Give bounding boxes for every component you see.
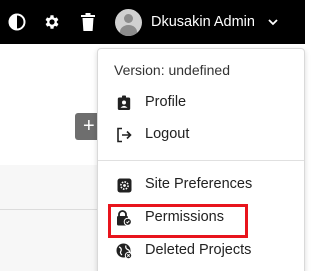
chevron-down-icon xyxy=(267,16,279,28)
avatar xyxy=(115,8,142,36)
menu-item-label: Deleted Projects xyxy=(145,242,252,258)
version-text: Version: undefined xyxy=(114,62,230,78)
user-menu-toggle[interactable]: Dkusakin Admin xyxy=(115,6,295,38)
menu-divider xyxy=(98,160,304,161)
user-dropdown-menu: Version: undefined Profile Logout Site P… xyxy=(97,48,305,271)
menu-item-logout[interactable]: Logout xyxy=(98,119,304,151)
theme-toggle-icon[interactable] xyxy=(7,12,27,32)
menu-item-label: Logout xyxy=(145,126,190,142)
logout-icon xyxy=(116,127,132,143)
id-badge-icon xyxy=(116,95,132,111)
globe-icon xyxy=(116,243,132,259)
menu-item-label: Site Preferences xyxy=(145,176,253,192)
permissions-highlight-box xyxy=(108,204,248,238)
menu-item-profile[interactable]: Profile xyxy=(98,87,304,119)
gear-icon[interactable] xyxy=(42,12,62,32)
menu-item-site-preferences[interactable]: Site Preferences xyxy=(98,169,304,201)
menu-item-deleted-projects[interactable]: Deleted Projects xyxy=(98,235,304,267)
content-panel xyxy=(0,165,100,271)
top-navbar: Dkusakin Admin xyxy=(0,0,305,44)
user-name: Dkusakin Admin xyxy=(151,14,255,30)
trash-icon[interactable] xyxy=(78,12,98,32)
menu-item-label: Profile xyxy=(145,94,187,110)
divider xyxy=(0,209,100,210)
gear-icon xyxy=(116,177,132,193)
